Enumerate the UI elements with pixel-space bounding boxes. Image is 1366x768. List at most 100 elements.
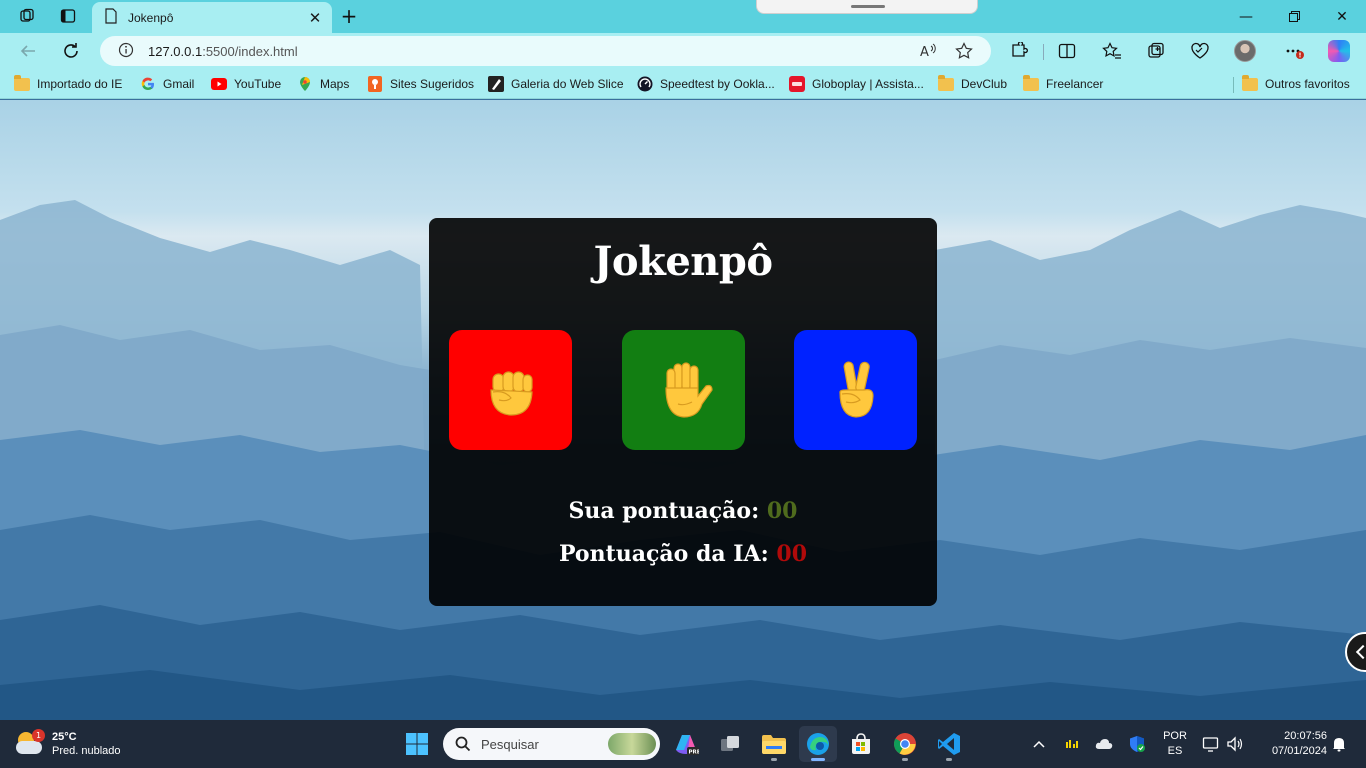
search-icon <box>455 736 471 752</box>
ai-score-line: Pontuação da IA: 00 <box>429 541 937 567</box>
taskbar-search[interactable]: Pesquisar <box>443 728 660 760</box>
show-hidden-icons-chevron-icon[interactable] <box>1028 730 1050 758</box>
minimize-icon[interactable]: — <box>1222 0 1270 33</box>
onedrive-cloud-icon[interactable] <box>1092 730 1116 758</box>
weather-badge: 1 <box>32 729 45 742</box>
paper-button[interactable] <box>622 330 745 450</box>
task-view-icon[interactable] <box>711 726 749 762</box>
page-icon <box>104 8 118 27</box>
close-window-icon[interactable]: ✕ <box>1318 0 1366 33</box>
start-button[interactable] <box>398 726 436 762</box>
suggested-sites-icon <box>367 76 383 92</box>
copilot-icon[interactable] <box>1326 39 1352 63</box>
rock-button[interactable] <box>449 330 572 450</box>
read-aloud-icon[interactable]: A <box>915 38 941 64</box>
globoplay-icon <box>789 76 805 92</box>
bookmark-label: Gmail <box>163 77 195 91</box>
tab-jokenpo[interactable]: Jokenpô ✕ <box>92 2 332 33</box>
copilot-taskbar-icon[interactable]: PRE <box>667 726 705 762</box>
weather-widget[interactable]: 1 25°C Pred. nublado <box>14 726 121 762</box>
close-tab-icon[interactable]: ✕ <box>306 9 324 27</box>
collections-icon[interactable] <box>1143 39 1169 63</box>
search-highlight-image <box>608 733 656 755</box>
ai-score-value: 00 <box>776 541 808 567</box>
bookmark-label: YouTube <box>234 77 282 91</box>
url-host: 127.0.0.1 <box>148 43 203 59</box>
favorites-icon[interactable] <box>1099 39 1125 63</box>
snap-layout-handle[interactable] <box>756 0 978 14</box>
player-score-label: Sua pontuação: <box>568 498 760 524</box>
settings-more-icon[interactable] <box>1282 39 1308 63</box>
bookmark-sites-sugeridos[interactable]: Sites Sugeridos <box>367 74 474 94</box>
notifications-bell-icon[interactable] <box>1328 730 1350 758</box>
file-explorer-icon[interactable] <box>755 726 793 762</box>
bookmark-label: Speedtest by Ookla... <box>660 77 775 91</box>
copilot-logo <box>1328 40 1350 62</box>
address-bar[interactable]: 127.0.0.1:5500/index.html A <box>100 36 991 66</box>
new-tab-button[interactable]: + <box>336 4 362 28</box>
bookmark-maps[interactable]: Maps <box>297 74 349 94</box>
site-info-icon[interactable] <box>118 42 134 61</box>
bookmark-galeria-web-slice[interactable]: Galeria do Web Slice <box>488 74 624 94</box>
bookmark-freelancer[interactable]: Freelancer <box>1023 74 1103 94</box>
taskbar: 1 25°C Pred. nublado Pesquisar PRE POR E… <box>0 720 1366 768</box>
folder-icon <box>14 74 30 92</box>
scissors-button[interactable] <box>794 330 917 450</box>
bookmark-importado-do-ie[interactable]: Importado do IE <box>14 74 122 94</box>
tray-app-icon[interactable] <box>1061 730 1083 758</box>
refresh-icon[interactable] <box>57 38 85 64</box>
url-path: :5500/index.html <box>202 43 298 59</box>
bookmark-globoplay[interactable]: Globoplay | Assista... <box>789 74 924 94</box>
bookmark-youtube[interactable]: YouTube <box>211 74 281 94</box>
url-text[interactable]: 127.0.0.1:5500/index.html <box>148 44 905 59</box>
weather-temperature: 25°C <box>52 731 77 743</box>
bookmarks-separator <box>1233 77 1234 93</box>
bookmark-label: Maps <box>320 77 350 91</box>
tab-strip: Jokenpô ✕ + — ✕ <box>0 0 1366 33</box>
page-viewport: Jokenpô Sua pontuação: 00 Pontuação da I… <box>0 100 1366 720</box>
windows-icon <box>406 733 428 755</box>
victory-hand-icon <box>838 361 874 418</box>
network-icon[interactable] <box>1199 730 1223 758</box>
game-title: Jokenpô <box>593 238 774 285</box>
bookmark-label: Sites Sugeridos <box>390 77 475 91</box>
raised-fist-icon <box>489 371 533 416</box>
bookmark-label: Outros favoritos <box>1265 77 1350 91</box>
speedtest-icon <box>637 76 653 92</box>
chrome-icon[interactable] <box>886 726 924 762</box>
input-language[interactable]: POR ES <box>1160 729 1190 759</box>
clock-time: 20:07:56 <box>1284 730 1327 742</box>
folder-icon <box>1242 74 1258 92</box>
microsoft-store-icon[interactable] <box>842 726 880 762</box>
player-score-value: 00 <box>766 498 798 524</box>
clock-date: 07/01/2024 <box>1271 745 1327 757</box>
split-screen-icon[interactable] <box>1054 39 1080 63</box>
favorite-star-icon[interactable] <box>951 38 977 64</box>
weather-condition: Pred. nublado <box>52 745 121 757</box>
bookmark-devclub[interactable]: DevClub <box>938 74 1007 94</box>
avatar <box>1234 40 1256 62</box>
edge-taskbar-icon[interactable] <box>799 726 837 762</box>
extensions-icon[interactable] <box>1006 39 1032 63</box>
bookmark-speedtest[interactable]: Speedtest by Ookla... <box>637 74 775 94</box>
bookmark-label: Freelancer <box>1046 77 1104 91</box>
folder-icon <box>1023 74 1039 92</box>
security-shield-icon[interactable] <box>1125 730 1149 758</box>
search-placeholder: Pesquisar <box>481 736 539 752</box>
browser-essentials-icon[interactable] <box>1187 39 1213 63</box>
tab-actions-icon[interactable] <box>54 5 82 27</box>
keyboard-layout: ES <box>1167 745 1183 757</box>
volume-icon[interactable] <box>1223 730 1247 758</box>
restore-icon[interactable] <box>1270 0 1318 33</box>
back-icon[interactable] <box>14 38 42 64</box>
svg-text:PRE: PRE <box>689 750 700 756</box>
system-clock[interactable]: 20:07:56 07/01/2024 <box>1255 729 1327 759</box>
profile-avatar[interactable] <box>1232 39 1258 63</box>
workspaces-icon[interactable] <box>13 5 41 27</box>
bookmark-label: Galeria do Web Slice <box>511 77 624 91</box>
raised-hand-icon <box>664 362 713 418</box>
vscode-icon[interactable] <box>930 726 968 762</box>
bookmark-outros-favoritos[interactable]: Outros favoritos <box>1242 74 1350 94</box>
youtube-icon <box>211 76 227 92</box>
bookmark-gmail[interactable]: Gmail <box>140 74 194 94</box>
